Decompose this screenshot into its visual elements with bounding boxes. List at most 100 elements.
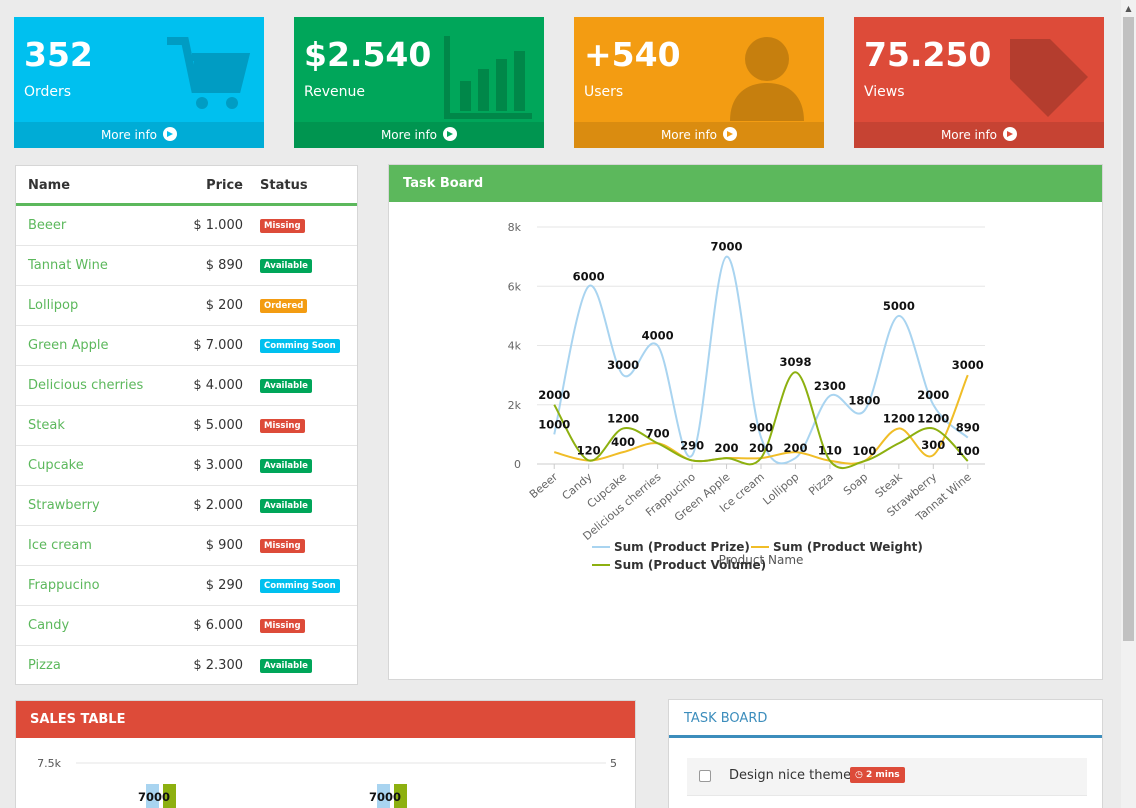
- status-header: Status: [260, 178, 308, 193]
- data-label: 1200: [883, 411, 915, 425]
- tile-value: 352: [24, 35, 93, 74]
- data-label: 2000: [538, 388, 570, 402]
- product-price: $ 200: [205, 298, 243, 313]
- product-price: $ 6.000: [193, 618, 243, 633]
- product-name-link[interactable]: Candy: [28, 618, 69, 633]
- table-row: Pizza $ 2.300 Available: [16, 646, 357, 686]
- stat-tile-views: 75.250 Views More info: [854, 17, 1104, 148]
- stat-tile-revenue: $2.540 Revenue More info: [294, 17, 544, 148]
- task-text: Design nice themes: [729, 768, 858, 783]
- data-label: 200: [783, 441, 807, 455]
- cart-icon: [167, 37, 251, 109]
- more-info-link[interactable]: More info: [574, 122, 824, 148]
- data-label: 2000: [917, 388, 949, 402]
- table-header: Name Price Status: [16, 166, 357, 206]
- sales-chart: 7.5k 5 7000 7000: [37, 757, 617, 808]
- stat-tile-users: +540 Users More info: [574, 17, 824, 148]
- y-tick-label: 8k: [508, 221, 522, 234]
- data-label: 5000: [883, 299, 915, 313]
- table-row: Tannat Wine $ 890 Available: [16, 246, 357, 286]
- data-label: 400: [611, 435, 635, 449]
- product-name-link[interactable]: Pizza: [28, 658, 61, 673]
- data-label: 120: [577, 443, 601, 457]
- product-price: $ 7.000: [193, 338, 243, 353]
- status-badge: Missing: [260, 539, 305, 553]
- data-label: 200: [715, 441, 739, 455]
- table-row: Ice cream $ 900 Missing: [16, 526, 357, 566]
- table-row: Beeer $ 1.000 Missing: [16, 206, 357, 246]
- data-label: 3000: [607, 358, 639, 372]
- status-badge: Available: [260, 379, 312, 393]
- price-header: Price: [206, 178, 243, 193]
- product-name-link[interactable]: Delicious cherries: [28, 378, 143, 393]
- x-tick-label: Lollipop: [760, 470, 801, 507]
- tile-value: $2.540: [304, 35, 432, 74]
- task-item: Design nice themes ◷ 2 mins: [687, 758, 1087, 796]
- tile-value: 75.250: [864, 35, 992, 74]
- y-tick-label: 6k: [508, 280, 522, 293]
- line-chart: 02k4k6k8kBeeer CandyCupcakeDelicious cher…: [508, 221, 985, 572]
- tile-label: Views: [864, 84, 905, 100]
- status-badge: Available: [260, 659, 312, 673]
- x-tick-label: Pizza: [806, 470, 836, 498]
- page-scrollbar[interactable]: ▲: [1121, 0, 1136, 808]
- sales-table-title: SALES TABLE: [16, 701, 635, 738]
- status-badge: Missing: [260, 219, 305, 233]
- product-name-link[interactable]: Cupcake: [28, 458, 84, 473]
- task-board-title: TASK BOARD: [669, 700, 1102, 738]
- product-price: $ 3.000: [193, 458, 243, 473]
- tag-icon: [1010, 39, 1088, 117]
- table-row: Cupcake $ 3.000 Available: [16, 446, 357, 486]
- data-label: 100: [852, 444, 876, 458]
- x-tick-label: Soap: [841, 470, 870, 498]
- y-tick-label: 0: [514, 458, 521, 471]
- data-label: 2300: [814, 379, 846, 393]
- product-price: $ 2.000: [193, 498, 243, 513]
- scroll-up-icon[interactable]: ▲: [1121, 0, 1136, 17]
- product-name-link[interactable]: Frappucino: [28, 578, 100, 593]
- tile-label: Users: [584, 84, 624, 100]
- arrow-circle-right-icon: [443, 127, 458, 141]
- product-name-link[interactable]: Steak: [28, 418, 65, 433]
- product-name-link[interactable]: Strawberry: [28, 498, 100, 513]
- product-name-link[interactable]: Tannat Wine: [28, 258, 108, 273]
- legend-entry: Sum (Product Weight): [773, 540, 923, 554]
- more-info-link[interactable]: More info: [14, 122, 264, 148]
- product-name-link[interactable]: Ice cream: [28, 538, 92, 553]
- data-label: 890: [956, 421, 980, 435]
- data-label: 900: [749, 420, 773, 434]
- x-tick-label: Beeer: [527, 470, 561, 501]
- y-tick-label: 4k: [508, 340, 522, 353]
- product-price: $ 4.000: [193, 378, 243, 393]
- data-label: 300: [921, 438, 945, 452]
- legend-entry: Sum (Product Prize): [614, 540, 750, 554]
- data-label: 4000: [642, 329, 674, 343]
- more-info-link[interactable]: More info: [854, 122, 1104, 148]
- data-label: 3000: [952, 358, 984, 372]
- product-name-link[interactable]: Beeer: [28, 218, 66, 233]
- product-price: $ 1.000: [193, 218, 243, 233]
- data-label: 7000: [711, 240, 743, 254]
- scrollbar-thumb[interactable]: [1123, 17, 1134, 641]
- sales-table-panel: SALES TABLE 7.5k 5 7000 7000: [15, 700, 636, 808]
- time-badge: ◷ 2 mins: [850, 767, 905, 783]
- arrow-circle-right-icon: [1003, 127, 1018, 141]
- table-row: Green Apple $ 7.000 Comming Soon: [16, 326, 357, 366]
- table-row: Delicious cherries $ 4.000 Available: [16, 366, 357, 406]
- product-name-link[interactable]: Lollipop: [28, 298, 78, 313]
- product-price: $ 5.000: [193, 418, 243, 433]
- status-badge: Comming Soon: [260, 579, 340, 593]
- product-name-link[interactable]: Green Apple: [28, 338, 109, 353]
- product-price: $ 890: [205, 258, 243, 273]
- name-header: Name: [28, 178, 71, 193]
- data-label: 6000: [573, 269, 605, 283]
- task-checkbox[interactable]: [699, 770, 711, 782]
- more-info-link[interactable]: More info: [294, 122, 544, 148]
- data-label: 1200: [607, 411, 639, 425]
- data-label: 1000: [538, 417, 570, 431]
- status-badge: Available: [260, 499, 312, 513]
- user-icon: [730, 37, 804, 121]
- product-price: $ 2.300: [193, 658, 243, 673]
- arrow-circle-right-icon: [723, 127, 738, 141]
- data-label: 290: [680, 438, 704, 452]
